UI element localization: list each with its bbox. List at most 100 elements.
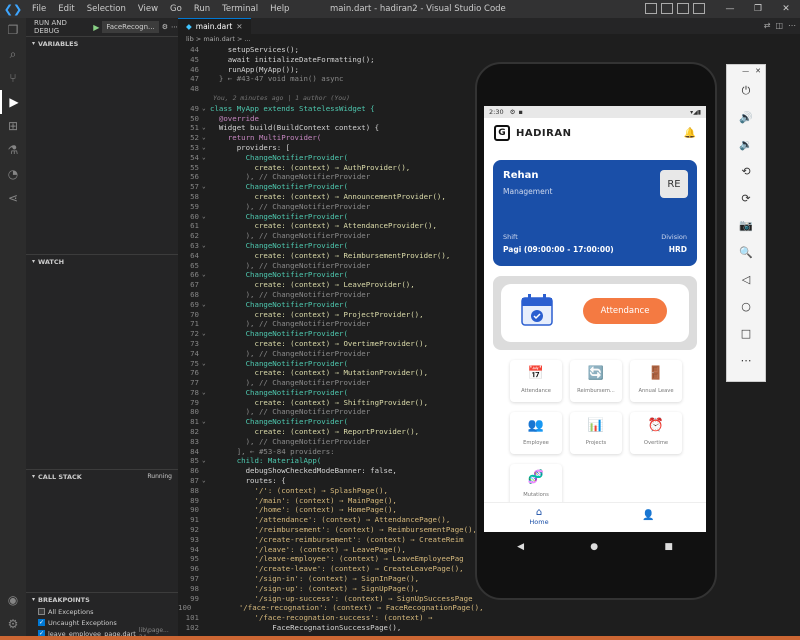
- fold-chevron-icon[interactable]: ⌄: [202, 476, 210, 486]
- files-icon[interactable]: ❐: [0, 18, 26, 42]
- menu-file[interactable]: File: [26, 0, 52, 18]
- code-line[interactable]: 90 '/home': (context) ⇒ HomePage(),: [178, 505, 478, 515]
- menu-help[interactable]: Help: [264, 0, 295, 18]
- code-line[interactable]: 58 create: (context) ⇒ AnnouncementProvi…: [178, 192, 478, 202]
- recents-icon[interactable]: ■: [664, 542, 673, 552]
- fold-chevron-icon[interactable]: ⌄: [202, 300, 210, 310]
- more-actions-icon[interactable]: ⋯: [788, 21, 796, 30]
- variables-section[interactable]: ▾ VARIABLES: [26, 36, 178, 50]
- code-line[interactable]: 51 ⌄ Widget build(BuildContext context) {: [178, 123, 478, 133]
- code-line[interactable]: 80 ), // ChangeNotifierProvider: [178, 407, 478, 417]
- toggle-sidebar-icon[interactable]: [645, 3, 657, 14]
- emulator-close-button[interactable]: ✕: [755, 65, 761, 77]
- rotate-left-icon[interactable]: ⟲: [727, 158, 765, 185]
- debug-config-select[interactable]: FaceRecogn...: [102, 21, 159, 33]
- code-line[interactable]: 79 create: (context) ⇒ ShiftingProvider(…: [178, 398, 478, 408]
- code-line[interactable]: 85 ⌄ child: MaterialApp(: [178, 456, 478, 466]
- code-line[interactable]: 95 '/leave-employee': (context) ⇒ LeaveE…: [178, 554, 478, 564]
- menu-terminal[interactable]: Terminal: [216, 0, 264, 18]
- code-line[interactable]: 48: [178, 84, 478, 94]
- gear-icon[interactable]: ⚙: [162, 23, 168, 31]
- menu-overtime[interactable]: ⏰ Overtime: [630, 412, 682, 454]
- account-icon[interactable]: ◉: [0, 588, 26, 612]
- nav-home[interactable]: ⌂ Home: [524, 507, 554, 526]
- fold-chevron-icon[interactable]: ⌄: [202, 241, 210, 251]
- watch-section[interactable]: ▾ WATCH: [26, 254, 178, 268]
- code-line[interactable]: 98 '/sign-up': (context) ⇒ SignUpPage(),: [178, 584, 478, 594]
- code-line[interactable]: 61 create: (context) ⇒ AttendanceProvide…: [178, 221, 478, 231]
- remote-icon[interactable]: ⋖: [0, 186, 26, 210]
- start-debug-icon[interactable]: ▶: [93, 23, 99, 32]
- emulator-minimize-button[interactable]: —: [742, 65, 749, 77]
- volume-up-icon[interactable]: 🔊: [727, 104, 765, 131]
- code-line[interactable]: 56 ), // ChangeNotifierProvider: [178, 172, 478, 182]
- menu-mutations[interactable]: 🧬 Mutations: [510, 464, 562, 506]
- close-window-button[interactable]: ✕: [772, 0, 800, 18]
- settings-icon[interactable]: ⚙: [0, 612, 26, 636]
- code-line[interactable]: 64 create: (context) ⇒ ReimbursementProv…: [178, 251, 478, 261]
- code-line[interactable]: 75 ⌄ ChangeNotifierProvider(: [178, 359, 478, 369]
- menu-selection[interactable]: Selection: [81, 0, 132, 18]
- code-line[interactable]: 46 runApp(MyApp());: [178, 65, 478, 75]
- zoom-icon[interactable]: 🔍: [727, 239, 765, 266]
- code-line[interactable]: 50 @override: [178, 114, 478, 124]
- code-line[interactable]: 102 FaceRecognationSuccessPage(),: [178, 623, 478, 633]
- fold-chevron-icon[interactable]: ⌄: [202, 182, 210, 192]
- call-stack-section[interactable]: ▾ CALL STACK Running: [26, 469, 178, 483]
- code-line[interactable]: 45 await initializeDateFormatting();: [178, 55, 478, 65]
- more-icon[interactable]: ⋯: [727, 347, 765, 374]
- bell-icon[interactable]: 🔔: [684, 128, 696, 139]
- code-line[interactable]: 81 ⌄ ChangeNotifierProvider(: [178, 417, 478, 427]
- menu-run[interactable]: Run: [188, 0, 216, 18]
- attendance-button[interactable]: Attendance: [583, 298, 667, 324]
- extensions-icon[interactable]: ⊞: [0, 114, 26, 138]
- code-line[interactable]: 94 '/leave': (context) ⇒ LeavePage(),: [178, 545, 478, 555]
- customize-layout-icon[interactable]: [693, 3, 705, 14]
- code-line[interactable]: 65 ), // ChangeNotifierProvider: [178, 261, 478, 271]
- code-line[interactable]: 49 ⌄ class MyApp extends StatelessWidget {: [178, 104, 478, 114]
- fold-chevron-icon[interactable]: ⌄: [202, 143, 210, 153]
- fold-chevron-icon[interactable]: ⌄: [202, 270, 210, 280]
- code-line[interactable]: 73 create: (context) ⇒ OvertimeProvider(…: [178, 339, 478, 349]
- rotate-right-icon[interactable]: ⟳: [727, 185, 765, 212]
- breadcrumb[interactable]: lib > main.dart > ...: [178, 34, 800, 45]
- split-editor-icon[interactable]: ◫: [775, 21, 783, 30]
- code-line[interactable]: 82 create: (context) ⇒ ReportProvider(),: [178, 427, 478, 437]
- code-line[interactable]: 67 create: (context) ⇒ LeaveProvider(),: [178, 280, 478, 290]
- breakpoint-all-exceptions[interactable]: All Exceptions: [26, 606, 178, 617]
- code-line[interactable]: 72 ⌄ ChangeNotifierProvider(: [178, 329, 478, 339]
- code-line[interactable]: 88 '/': (context) ⇒ SplashPage(),: [178, 486, 478, 496]
- fold-chevron-icon[interactable]: ⌄: [202, 388, 210, 398]
- fold-chevron-icon[interactable]: ⌄: [202, 417, 210, 427]
- menu-projects[interactable]: 📊 Projects: [570, 412, 622, 454]
- testing-icon[interactable]: ⚗: [0, 138, 26, 162]
- fold-chevron-icon[interactable]: ⌄: [202, 133, 210, 143]
- code-line[interactable]: 70 create: (context) ⇒ ProjectProvider()…: [178, 310, 478, 320]
- code-line[interactable]: 68 ), // ChangeNotifierProvider: [178, 290, 478, 300]
- code-line[interactable]: 53 ⌄ providers: [: [178, 143, 478, 153]
- camera-icon[interactable]: 📷: [727, 212, 765, 239]
- more-icon[interactable]: ⋯: [171, 23, 178, 31]
- overview-icon[interactable]: □: [727, 320, 765, 347]
- checkbox[interactable]: ✓: [38, 619, 45, 626]
- code-line[interactable]: 97 '/sign-in': (context) ⇒ SignInPage(),: [178, 574, 478, 584]
- menu-employee[interactable]: 👥 Employee: [510, 412, 562, 454]
- fold-chevron-icon[interactable]: ⌄: [202, 456, 210, 466]
- git-history-icon[interactable]: ◔: [0, 162, 26, 186]
- code-line[interactable]: 52 ⌄ return MultiProvider(: [178, 133, 478, 143]
- code-line[interactable]: 60 ⌄ ChangeNotifierProvider(: [178, 212, 478, 222]
- fold-chevron-icon[interactable]: ⌄: [202, 212, 210, 222]
- code-line[interactable]: 44 setupServices();: [178, 45, 478, 55]
- code-line[interactable]: 86 debugShowCheckedModeBanner: false,: [178, 466, 478, 476]
- home-button-icon[interactable]: ●: [590, 542, 598, 552]
- back-icon[interactable]: ◁: [727, 266, 765, 293]
- code-line[interactable]: 62 ), // ChangeNotifierProvider: [178, 231, 478, 241]
- code-line[interactable]: 74 ), // ChangeNotifierProvider: [178, 349, 478, 359]
- menu-go[interactable]: Go: [164, 0, 188, 18]
- source-control-icon[interactable]: ⑂: [0, 66, 26, 90]
- breakpoints-section[interactable]: ▾ BREAKPOINTS: [26, 592, 178, 606]
- code-line[interactable]: 69 ⌄ ChangeNotifierProvider(: [178, 300, 478, 310]
- code-line[interactable]: 99 '/sign-up-success': (context) ⇒ SignU…: [178, 594, 478, 604]
- close-icon[interactable]: ✕: [236, 22, 242, 31]
- code-line[interactable]: 92 '/reimbursement': (context) ⇒ Reimbur…: [178, 525, 478, 535]
